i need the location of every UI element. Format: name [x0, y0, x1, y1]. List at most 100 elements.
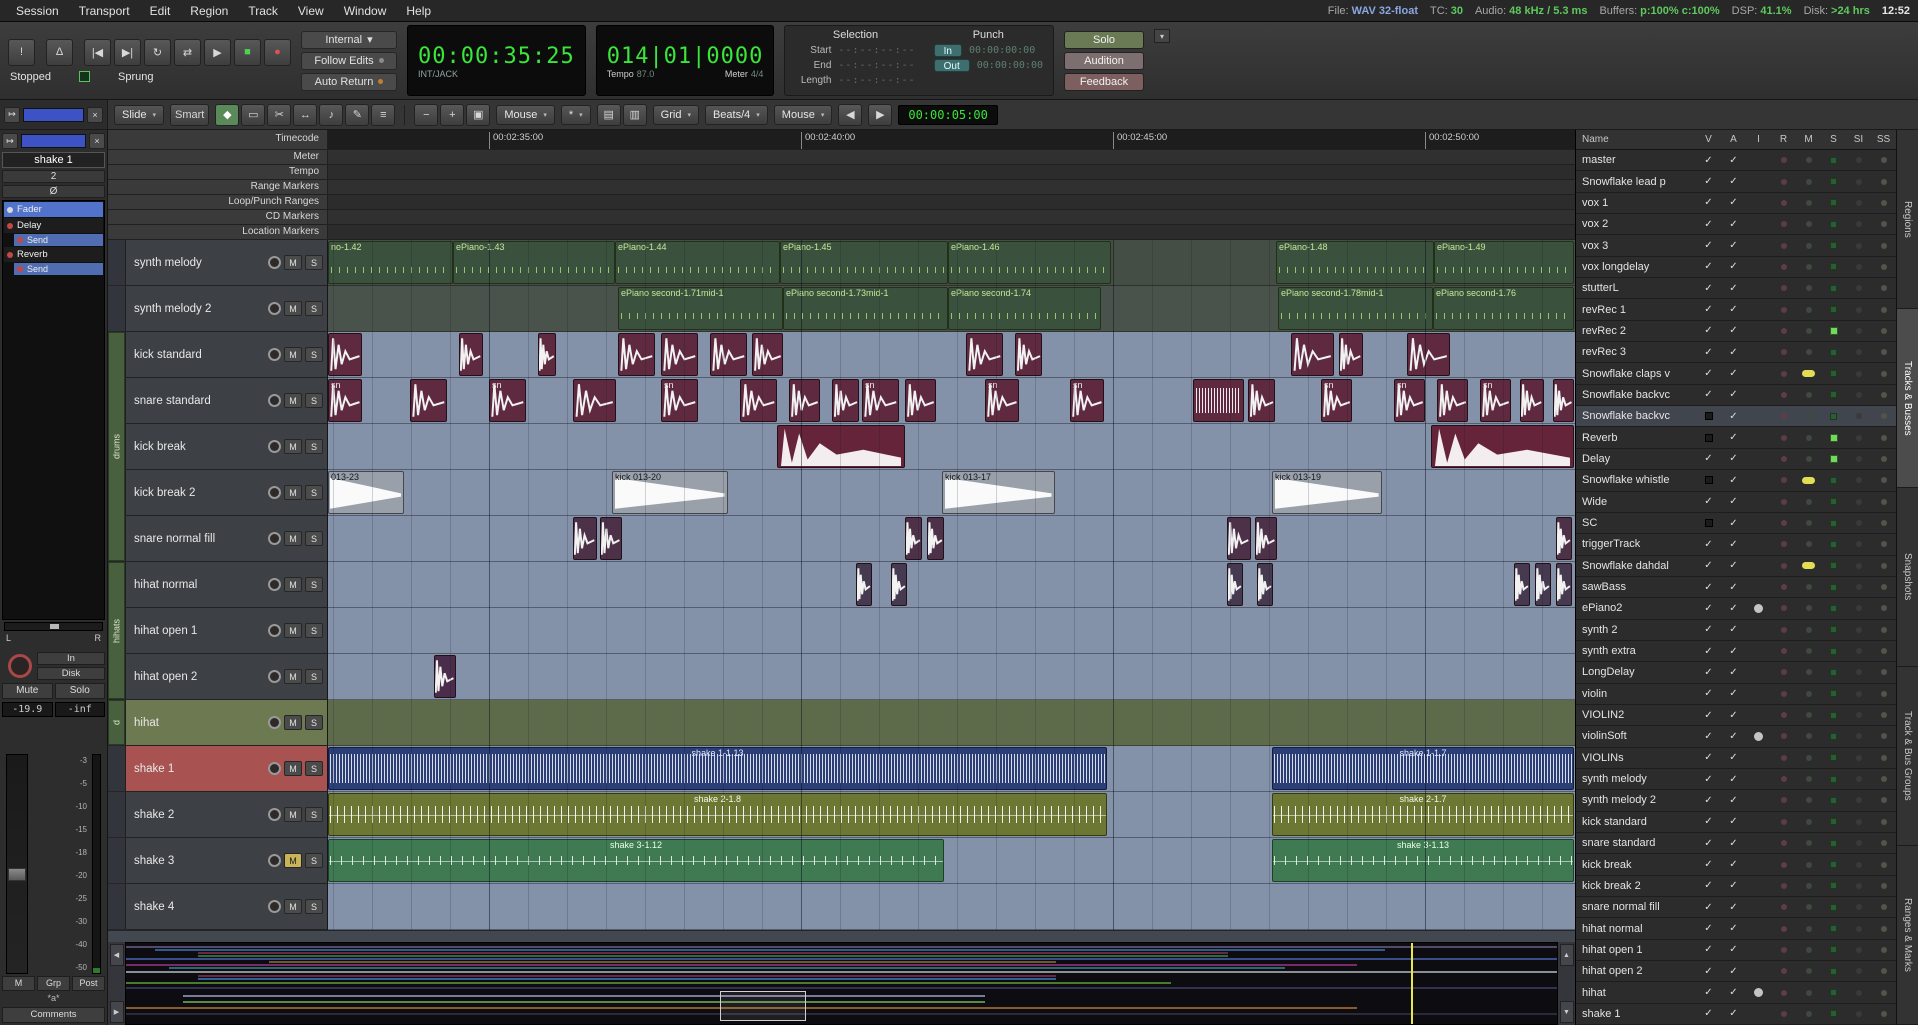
check-icon[interactable]: ✓ [1721, 299, 1746, 319]
track-lane[interactable] [328, 654, 1575, 700]
route-row-vox-1[interactable]: vox 1✓✓ [1576, 193, 1896, 214]
check-icon[interactable]: ✓ [1721, 620, 1746, 640]
check-icon[interactable]: ✓ [1721, 385, 1746, 405]
si-indicator[interactable] [1846, 321, 1871, 341]
strip-close-button[interactable]: × [87, 107, 103, 123]
route-row-snowflake-lead-p[interactable]: Snowflake lead p✓✓ [1576, 171, 1896, 192]
region[interactable] [328, 333, 362, 376]
check-icon[interactable]: ✓ [1696, 769, 1721, 789]
r-indicator[interactable] [1771, 193, 1796, 213]
check-icon[interactable]: ✓ [1696, 278, 1721, 298]
check-icon[interactable]: ✓ [1696, 299, 1721, 319]
track-color-swatch[interactable] [23, 108, 84, 122]
region[interactable] [856, 563, 872, 606]
comments-button[interactable]: Comments [2, 1007, 105, 1023]
si-indicator[interactable] [1846, 449, 1871, 469]
region-shake-3-1-12[interactable]: shake 3-1.12 [328, 839, 944, 882]
check-icon[interactable]: ✓ [1721, 427, 1746, 447]
gain-display[interactable]: -19.9 [2, 702, 53, 717]
m-indicator[interactable] [1796, 513, 1821, 533]
region-shake-1-1-13[interactable]: shake 1-1.13 [328, 747, 1107, 790]
play-range-button[interactable]: ⇄ [174, 39, 201, 66]
region[interactable] [434, 655, 456, 698]
region[interactable] [1339, 333, 1363, 376]
summary-scroll-up-button[interactable]: ▲ [1560, 944, 1574, 966]
region-013-23[interactable]: 013-23 [328, 471, 404, 514]
r-indicator[interactable] [1771, 406, 1796, 426]
check-icon[interactable]: ✓ [1696, 876, 1721, 896]
ss-indicator[interactable] [1871, 876, 1896, 896]
check-icon[interactable]: ✓ [1696, 577, 1721, 597]
region[interactable] [1227, 517, 1251, 560]
ruler-location-markers[interactable]: Location Markers [108, 225, 1575, 240]
check-icon[interactable]: ✓ [1721, 492, 1746, 512]
ruler-range-markers[interactable]: Range Markers [108, 180, 1575, 195]
tab-ranges-marks[interactable]: Ranges & Marks [1897, 846, 1918, 1025]
si-indicator[interactable] [1846, 982, 1871, 1002]
ss-indicator[interactable] [1871, 171, 1896, 191]
ss-indicator[interactable] [1871, 748, 1896, 768]
track-header[interactable]: hihat normalMS [126, 562, 328, 608]
mute-button[interactable]: M [284, 439, 302, 454]
check-icon[interactable]: ✓ [1721, 1004, 1746, 1024]
mute-button[interactable]: M [284, 531, 302, 546]
m-indicator[interactable] [1796, 918, 1821, 938]
route-row-hihat-normal[interactable]: hihat normal✓✓ [1576, 918, 1896, 939]
track-header[interactable]: synth melody 2MS [126, 286, 328, 332]
r-indicator[interactable] [1771, 662, 1796, 682]
solo-master-button[interactable]: Solo [1064, 31, 1144, 49]
m-indicator[interactable] [1796, 684, 1821, 704]
s-indicator[interactable] [1821, 214, 1846, 234]
r-indicator[interactable] [1771, 299, 1796, 319]
check-icon[interactable]: ✓ [1696, 684, 1721, 704]
track-header[interactable]: shake 2MS [126, 792, 328, 838]
route-row-vox-3[interactable]: vox 3✓✓ [1576, 235, 1896, 256]
record-enable-button[interactable] [268, 716, 281, 729]
mute-button[interactable]: M [284, 669, 302, 684]
region[interactable] [573, 517, 597, 560]
record-enable-button[interactable] [268, 578, 281, 591]
ss-indicator[interactable] [1871, 940, 1896, 960]
route-row-kick-break-2[interactable]: kick break 2✓✓ [1576, 876, 1896, 897]
si-indicator[interactable] [1846, 534, 1871, 554]
r-indicator[interactable] [1771, 470, 1796, 490]
check-icon[interactable]: ✓ [1696, 171, 1721, 191]
region-sn[interactable]: sn [328, 379, 362, 422]
m-indicator[interactable] [1796, 726, 1821, 746]
check-icon[interactable]: ✓ [1721, 897, 1746, 917]
region[interactable] [1255, 517, 1277, 560]
region-shake-1-1-7[interactable]: shake 1-1.7 [1272, 747, 1574, 790]
si-indicator[interactable] [1846, 470, 1871, 490]
check-icon[interactable]: ✓ [1721, 641, 1746, 661]
region-sn[interactable]: sn [1394, 379, 1425, 422]
s-indicator[interactable] [1821, 363, 1846, 383]
check-icon[interactable]: ✓ [1721, 876, 1746, 896]
check-icon[interactable]: ✓ [1721, 406, 1746, 426]
s-indicator[interactable] [1821, 982, 1846, 1002]
region[interactable] [1535, 563, 1551, 606]
si-indicator[interactable] [1846, 748, 1871, 768]
check-icon[interactable]: ✓ [1696, 641, 1721, 661]
region[interactable] [573, 379, 616, 422]
tab-regions[interactable]: Regions [1897, 130, 1918, 309]
r-indicator[interactable] [1771, 748, 1796, 768]
s-indicator[interactable] [1821, 385, 1846, 405]
m-indicator[interactable] [1796, 662, 1821, 682]
si-indicator[interactable] [1846, 278, 1871, 298]
si-indicator[interactable] [1846, 1004, 1871, 1024]
region-sn[interactable]: sn [1480, 379, 1511, 422]
route-row-revrec-3[interactable]: revRec 3✓✓ [1576, 342, 1896, 363]
m-indicator[interactable] [1796, 278, 1821, 298]
si-indicator[interactable] [1846, 705, 1871, 725]
auto-return-button[interactable]: Auto Return [301, 73, 397, 91]
check-icon[interactable]: ✓ [1696, 214, 1721, 234]
m-indicator[interactable] [1796, 641, 1821, 661]
ss-indicator[interactable] [1871, 769, 1896, 789]
check-icon[interactable]: ✓ [1721, 235, 1746, 255]
si-indicator[interactable] [1846, 812, 1871, 832]
r-indicator[interactable] [1771, 342, 1796, 362]
range-tool[interactable]: ▭ [241, 104, 265, 126]
check-icon[interactable]: ✓ [1696, 812, 1721, 832]
processor-send[interactable]: Send [14, 234, 103, 246]
ruler-lane[interactable] [328, 150, 1575, 164]
